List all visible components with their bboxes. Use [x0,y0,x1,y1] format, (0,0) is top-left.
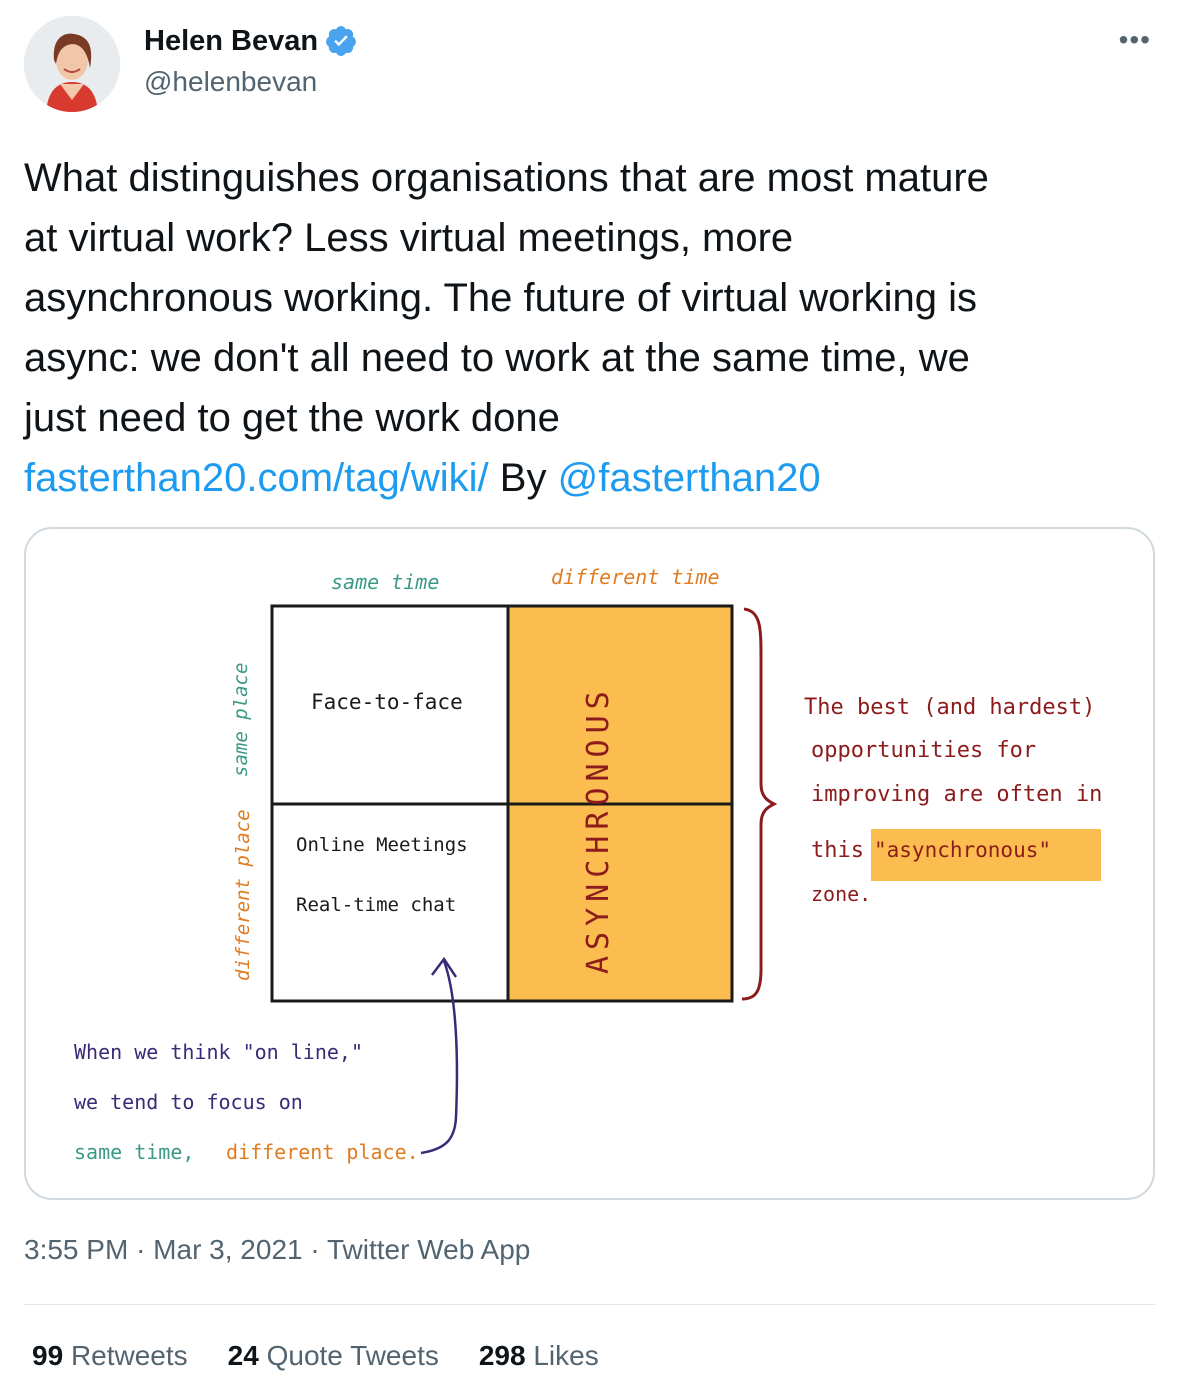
more-options-icon[interactable]: ••• [1119,24,1151,56]
tweet-text: What distinguishes organisations that ar… [24,148,1159,508]
tweet-link[interactable]: fasterthan20.com/tag/wiki/ [24,456,489,500]
divider [24,1304,1155,1305]
separator: · [136,1234,146,1265]
pointer-arrow [420,960,459,1155]
cell-real-time-chat: Real-time chat [296,894,456,916]
tweet-line: async: we don't all need to work at the … [24,336,970,380]
row-different-place-label: different place [232,809,254,981]
col-different-time-label: different time [551,565,720,589]
tweet-line: What distinguishes organisations that ar… [24,156,989,200]
display-name-text[interactable]: Helen Bevan [144,25,318,58]
verified-badge-icon [326,26,356,56]
note-line: zone. [811,882,871,906]
by-text: By [499,456,547,500]
likes-stat[interactable]: 298 Likes [479,1340,599,1372]
retweets-count: 99 [32,1340,64,1371]
tweet-stats: 99 Retweets 24 Quote Tweets 298 Likes [32,1340,599,1372]
cell-online-meetings: Online Meetings [296,834,468,856]
row-same-place-label: same place [230,663,252,777]
bottom-note-same-time: same time, [74,1140,194,1164]
quote-tweets-stat[interactable]: 24 Quote Tweets [228,1340,439,1372]
bottom-note-line: When we think "on line," [74,1040,363,1064]
tweet-timestamp: 3:55 PM · Mar 3, 2021 · Twitter Web App [24,1234,530,1266]
likes-label: Likes [533,1340,599,1371]
bottom-note-line: we tend to focus on [74,1090,303,1114]
likes-count: 298 [478,1340,526,1371]
note-line: "asynchronous" [874,838,1051,862]
cell-face-to-face: Face-to-face [311,690,463,714]
note-line: this [811,838,864,863]
tweet-line: just need to get the work done [24,396,560,440]
name-block: Helen Bevan @helenbevan [144,24,358,98]
retweets-stat[interactable]: 99 Retweets [32,1340,188,1372]
tweet-source[interactable]: Twitter Web App [327,1234,530,1265]
tweet-link-line: fasterthan20.com/tag/wiki/ By @fastertha… [24,448,1159,508]
avatar[interactable] [24,16,120,112]
mention-link[interactable]: @fasterthan20 [558,456,821,500]
col-same-time-label: same time [331,570,439,594]
bottom-note-different-place: different place. [226,1140,419,1164]
display-name[interactable]: Helen Bevan [144,24,358,58]
quote-tweets-label: Quote Tweets [266,1340,439,1371]
user-handle[interactable]: @helenbevan [144,66,358,98]
tweet-line: asynchronous working. The future of virt… [24,276,978,320]
bracket [741,607,778,1001]
attached-image[interactable]: same time different time same place diff… [24,527,1155,1200]
note-line: improving are often in [811,782,1102,807]
separator: · [310,1234,320,1265]
tweet-line: at virtual work? Less virtual meetings, … [24,216,794,260]
quote-tweets-count: 24 [227,1340,259,1371]
note-line: opportunities for [811,738,1036,763]
tweet-date[interactable]: Mar 3, 2021 [153,1234,302,1265]
tweet-time[interactable]: 3:55 PM [24,1234,128,1265]
note-line: The best (and hardest) [804,695,1095,720]
retweets-label: Retweets [70,1340,188,1371]
async-label: ASYNCHRONOUS [581,685,616,974]
tweet-header: Helen Bevan @helenbevan ••• [24,16,1157,116]
